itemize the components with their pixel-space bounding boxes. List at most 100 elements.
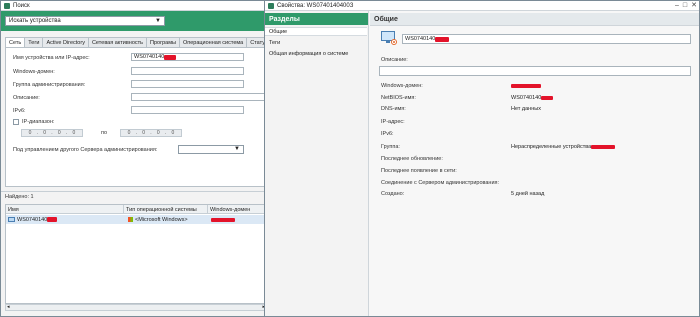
- redaction-mark: [211, 217, 235, 222]
- section-title: Общие: [374, 15, 398, 23]
- device-name-value: WS0740140: [405, 36, 436, 42]
- maximize-icon[interactable]: □: [683, 1, 687, 11]
- results-table: Имя Тип операционной системы Windows-дом…: [5, 204, 267, 304]
- windows-domain-label: Windows-домен:: [13, 69, 55, 75]
- property-value: Нет данных: [511, 106, 541, 112]
- table-row[interactable]: WS0740140 <Microsoft Windows>: [6, 215, 266, 224]
- section-header: Общие: [370, 13, 699, 26]
- column-header-os[interactable]: Тип операционной системы: [124, 205, 208, 214]
- redaction-mark: [541, 95, 554, 100]
- sidebar-item-label: Общая информация о системе: [269, 50, 349, 57]
- redaction-mark: [47, 217, 58, 222]
- sidebar-item-system-info[interactable]: Общая информация о системе: [265, 49, 367, 58]
- description-label: Описание:: [13, 95, 40, 101]
- sidebar-item-label: Теги: [269, 39, 281, 46]
- ip-range-from-input[interactable]: 0. 0. 0. 0: [21, 129, 83, 137]
- property-label: Windows-домен:: [381, 83, 423, 89]
- ip-to-octet-2: 0: [142, 130, 146, 136]
- sidebar-header: Разделы: [265, 13, 368, 25]
- computer-icon: [8, 217, 15, 222]
- chevron-down-icon: ▼: [234, 146, 240, 152]
- search-window-titlebar: Поиск: [1, 1, 267, 11]
- window-controls: – □ ✕: [675, 1, 697, 11]
- tab-5[interactable]: Операционная система: [178, 37, 248, 47]
- scroll-left-icon[interactable]: ◂: [7, 304, 10, 310]
- ip-to-octet-1: 0: [127, 130, 131, 136]
- property-value-text: Нераспределенные устройства: [511, 144, 592, 150]
- property-value-text: WS0740140: [511, 95, 542, 101]
- sidebar-item-label: Общие: [269, 28, 288, 35]
- property-value-text: Нет данных: [511, 106, 541, 112]
- property-label: Последнее обновление:: [381, 156, 443, 162]
- results-header: Имя Тип операционной системы Windows-дом…: [6, 205, 266, 214]
- properties-window-title: Свойства: WS0740140400З: [277, 2, 354, 9]
- column-header-name[interactable]: Имя: [6, 205, 124, 214]
- ip-to-label: по: [101, 130, 108, 136]
- property-label: Соединение с Сервером администрирования:: [381, 180, 500, 186]
- property-label: Группа:: [381, 144, 400, 150]
- property-value-text: 5 дней назад: [511, 191, 545, 197]
- ip-from-octet-2: 0: [43, 130, 47, 136]
- ip-to-octet-4: 0: [171, 130, 175, 136]
- close-icon[interactable]: ✕: [691, 1, 697, 11]
- chevron-down-icon: ▼: [155, 18, 161, 24]
- ip-range-to-input[interactable]: 0. 0. 0. 0: [120, 129, 182, 137]
- description-input[interactable]: [131, 93, 267, 101]
- ip-from-octet-3: 0: [57, 130, 61, 136]
- sidebar-title: Разделы: [269, 15, 300, 23]
- app-icon: [268, 2, 274, 9]
- tab-2[interactable]: Active Directory: [42, 37, 89, 47]
- property-label: Создано:: [381, 191, 405, 197]
- property-label: Последнее появление в сети:: [381, 168, 457, 174]
- redaction-mark: [164, 54, 177, 60]
- sections-sidebar: Разделы Общие Теги Общая информация о си…: [265, 11, 369, 316]
- ip-to-octet-3: 0: [156, 130, 160, 136]
- property-value: WS0740140: [511, 95, 554, 101]
- properties-window-titlebar: Свойства: WS0740140400З – □ ✕: [265, 1, 699, 11]
- property-label: IPv6:: [381, 131, 394, 137]
- tab-3[interactable]: Сетевая активность: [87, 37, 148, 47]
- sidebar-item-general[interactable]: Общие: [265, 27, 367, 36]
- device-name-input[interactable]: WS0740140: [402, 34, 691, 44]
- horizontal-scrollbar[interactable]: ◂ ▸: [5, 304, 267, 311]
- name-ip-input[interactable]: WS0740140: [131, 53, 244, 61]
- managed-by-select[interactable]: ▼: [178, 145, 244, 154]
- property-label: IP-адрес:: [381, 119, 405, 125]
- divider: [1, 191, 267, 192]
- row-domain-cell: [211, 215, 235, 224]
- property-label: NetBIOS-имя:: [381, 95, 416, 101]
- admin-group-input[interactable]: [131, 80, 244, 88]
- minimize-icon[interactable]: –: [675, 1, 679, 11]
- search-window-title: Поиск: [13, 2, 30, 9]
- search-window: Поиск Искать устройства ▼ Сеть Теги Active…: [0, 0, 285, 317]
- properties-window: Свойства: WS0740140400З – □ ✕ Разделы Об…: [264, 0, 700, 317]
- ipv6-label: IPv6:: [13, 108, 26, 114]
- tab-1[interactable]: Теги: [24, 37, 44, 47]
- found-count: Найдено: 1: [5, 194, 34, 200]
- description-label: Описание:: [381, 57, 408, 63]
- column-header-domain[interactable]: Windows-домен: [208, 205, 266, 214]
- ipv6-input[interactable]: [131, 106, 244, 114]
- property-value: [511, 83, 541, 89]
- windows-logo-icon: [128, 217, 133, 222]
- row-os: <Microsoft Windows>: [135, 216, 188, 223]
- ip-range-checkbox[interactable]: [13, 119, 19, 125]
- property-value: 5 дней назад: [511, 191, 544, 197]
- ip-from-octet-1: 0: [28, 130, 32, 136]
- tab-4[interactable]: Програмы: [146, 37, 180, 47]
- name-ip-value: WS0740140: [134, 54, 165, 60]
- sidebar-item-tags[interactable]: Теги: [265, 38, 367, 47]
- redaction-mark: [511, 83, 541, 88]
- name-ip-label: Имя устройства или IP-адрес:: [13, 55, 90, 61]
- row-os-cell: <Microsoft Windows>: [128, 215, 188, 224]
- property-label: DNS-имя:: [381, 106, 406, 112]
- description-input[interactable]: [379, 66, 691, 76]
- windows-domain-input[interactable]: [131, 67, 244, 75]
- row-name-cell: WS0740140: [8, 215, 58, 224]
- search-type-value: Искать устройства: [9, 18, 61, 24]
- ip-from-octet-4: 0: [72, 130, 76, 136]
- admin-group-label: Группа администрирования:: [13, 82, 86, 88]
- property-value: Нераспределенные устройства: [511, 144, 616, 150]
- redaction-mark: [435, 36, 450, 42]
- search-type-select[interactable]: Искать устройства ▼: [5, 16, 165, 26]
